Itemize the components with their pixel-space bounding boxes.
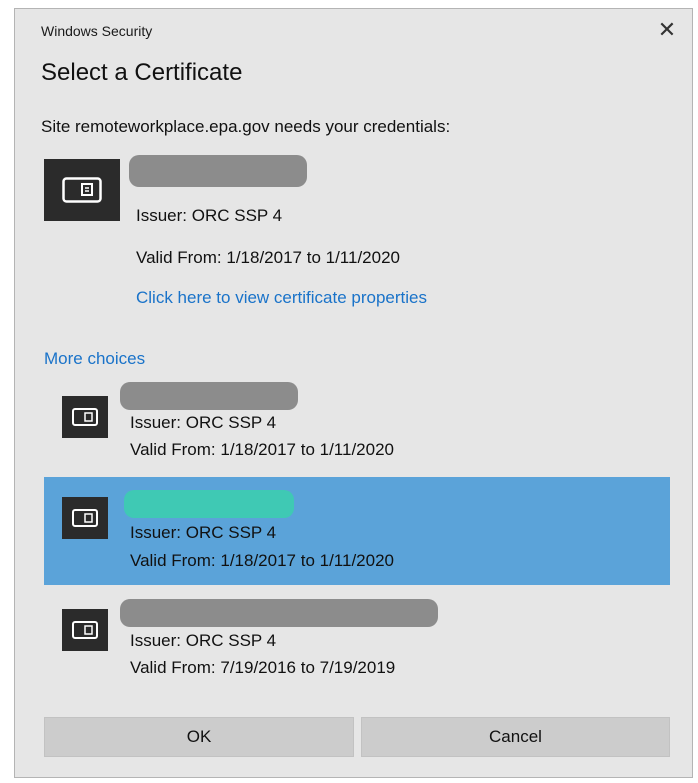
certificate-list-item[interactable]: Issuer: ORC SSP 4 Valid From: 1/18/2017 …	[44, 377, 670, 477]
certificate-valid-dates: Valid From: 1/18/2017 to 1/11/2020	[136, 248, 400, 267]
certificate-icon	[62, 396, 108, 438]
certificate-issuer: Issuer: ORC SSP 4	[130, 631, 277, 650]
view-certificate-properties-link[interactable]: Click here to view certificate propertie…	[136, 288, 427, 308]
window-title: Windows Security	[41, 23, 153, 39]
certificate-list-item-selected[interactable]: Issuer: ORC SSP 4 Valid From: 1/18/2017 …	[44, 477, 670, 585]
certificate-icon	[62, 609, 108, 651]
certificate-list-item[interactable]: Issuer: ORC SSP 4 Valid From: 7/19/2016 …	[44, 585, 670, 685]
close-icon: ✕	[657, 17, 677, 42]
certificate-issuer: Issuer: ORC SSP 4	[136, 206, 283, 225]
certificate-issuer: Issuer: ORC SSP 4	[130, 523, 277, 542]
redacted-certificate-name	[124, 490, 294, 518]
close-button[interactable]: ✕	[654, 17, 680, 43]
certificate-dialog: Windows Security ✕ Select a Certificate …	[14, 8, 693, 778]
certificate-valid-dates: Valid From: 1/18/2017 to 1/11/2020	[130, 551, 394, 570]
redacted-certificate-name	[129, 155, 307, 187]
dialog-heading: Select a Certificate	[41, 59, 243, 86]
ok-button[interactable]: OK	[44, 717, 354, 757]
dialog-subtitle: Site remoteworkplace.epa.gov needs your …	[41, 117, 451, 136]
more-choices-link[interactable]: More choices	[44, 349, 145, 369]
certificate-valid-dates: Valid From: 7/19/2016 to 7/19/2019	[130, 658, 396, 677]
certificate-icon	[62, 497, 108, 539]
redacted-certificate-name	[120, 599, 438, 627]
certificate-icon	[44, 159, 120, 221]
certificate-issuer: Issuer: ORC SSP 4	[130, 413, 277, 432]
certificate-valid-dates: Valid From: 1/18/2017 to 1/11/2020	[130, 440, 394, 459]
redacted-certificate-name	[120, 382, 298, 410]
cancel-button[interactable]: Cancel	[361, 717, 670, 757]
